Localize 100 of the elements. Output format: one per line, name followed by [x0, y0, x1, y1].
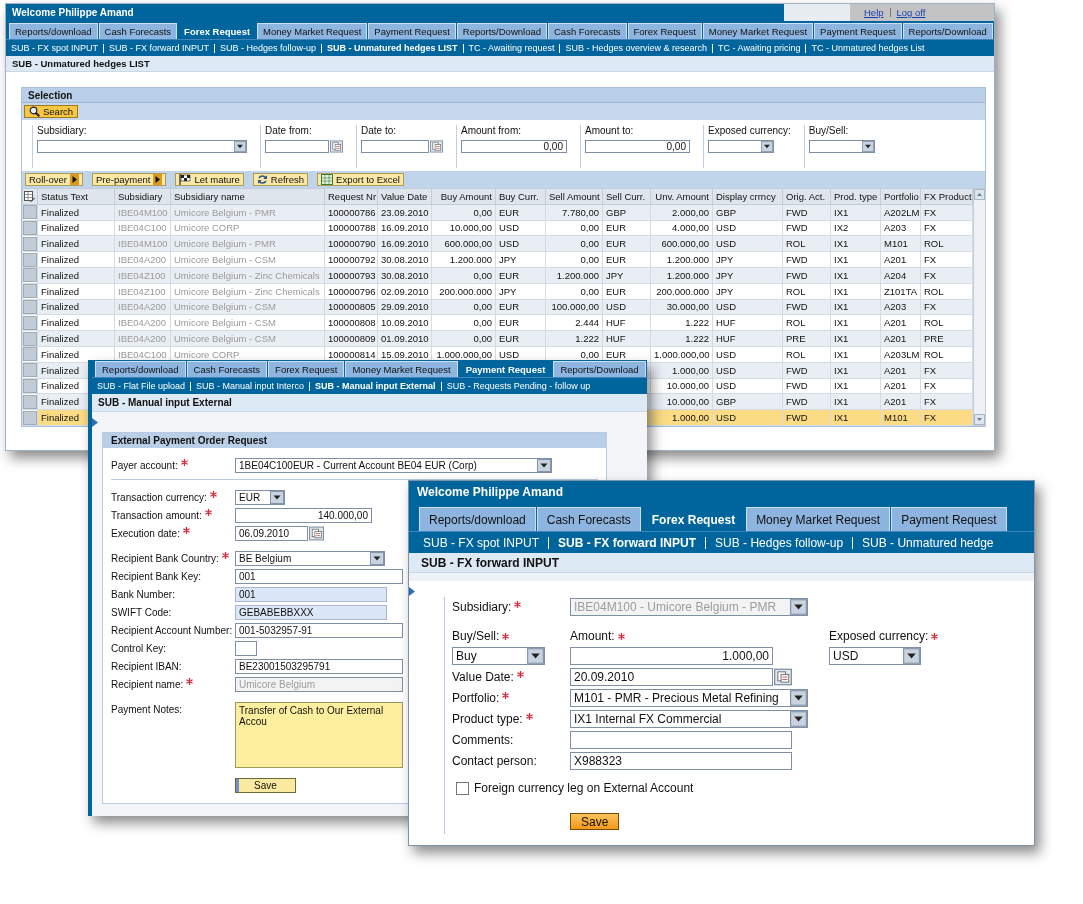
tab[interactable]: Forex Request — [268, 361, 345, 377]
row-selector[interactable] — [23, 363, 37, 378]
tab[interactable]: Reports/download — [95, 361, 186, 377]
input-field[interactable] — [570, 731, 792, 749]
date-field[interactable] — [265, 140, 329, 153]
nav-link[interactable]: SUB - FX spot INPUT — [423, 535, 540, 550]
tab[interactable]: Reports/Download — [456, 23, 547, 39]
search-button[interactable]: Search — [24, 105, 79, 118]
nav-link[interactable]: SUB - Unmatured hedge — [862, 535, 994, 550]
tab[interactable]: Payment Request — [814, 23, 902, 39]
nav-link[interactable]: SUB - FX forward INPUT — [558, 535, 697, 550]
nav-link[interactable]: SUB - Unmatured hedges LIST — [327, 43, 458, 53]
tab[interactable]: Cash Forecasts — [536, 507, 641, 531]
expand-icon[interactable] — [409, 587, 415, 596]
date-field[interactable] — [361, 140, 429, 153]
caret-icon[interactable] — [861, 141, 874, 152]
header-link[interactable]: Log off — [896, 7, 926, 18]
nav-link[interactable]: SUB - Requests Pending - follow up — [446, 381, 591, 391]
input-field[interactable]: 0,00 — [585, 140, 690, 153]
row-selector[interactable] — [23, 331, 37, 346]
expand-icon[interactable] — [92, 418, 98, 427]
input-field[interactable]: X988323 — [570, 752, 792, 770]
tab[interactable]: Forex Request — [627, 23, 702, 39]
nav-link[interactable]: SUB - Manual input Interco — [196, 381, 305, 391]
tab[interactable]: Cash Forecasts — [186, 361, 268, 377]
toolbar-button[interactable]: Pre-payment — [92, 173, 167, 186]
dropdown[interactable]: Buy — [452, 647, 545, 665]
checkbox[interactable] — [456, 781, 469, 795]
calendar-icon[interactable] — [774, 668, 792, 686]
input-field[interactable]: 001 — [235, 569, 403, 584]
header-link[interactable]: Help — [864, 7, 884, 18]
dropdown[interactable]: BE Belgium — [235, 551, 385, 566]
row-selector[interactable] — [23, 347, 37, 362]
tab[interactable]: Payment Request — [891, 507, 1007, 531]
tab[interactable]: Money Market Request — [702, 23, 814, 39]
caret-icon[interactable] — [761, 141, 773, 152]
input-field[interactable]: BE23001503295791 — [235, 659, 403, 674]
row-selector[interactable] — [23, 284, 37, 299]
nav-link[interactable]: TC - Unmatured hedges List — [811, 43, 925, 53]
column-header: Buy Curr. — [495, 188, 546, 205]
toolbar-button[interactable]: Let mature — [175, 173, 244, 186]
save-button[interactable]: Save — [235, 778, 296, 793]
nav-link[interactable]: TC - Awaiting pricing — [718, 43, 801, 53]
table-cell: EUR — [495, 330, 546, 347]
row-selector[interactable] — [23, 394, 37, 409]
tab[interactable]: Reports/Download — [553, 361, 646, 377]
scroll-up-icon[interactable] — [974, 189, 985, 200]
row-selector[interactable] — [23, 268, 37, 283]
nav-link[interactable]: SUB - Hedges overview & research — [565, 43, 708, 53]
caret-icon[interactable] — [527, 648, 544, 664]
caret-icon[interactable] — [270, 491, 284, 504]
nav-link[interactable]: SUB - FX spot INPUT — [11, 43, 99, 53]
tab[interactable]: Money Market Request — [746, 507, 891, 531]
caret-icon[interactable] — [790, 711, 807, 727]
nav-link[interactable]: SUB - FX forward INPUT — [109, 43, 210, 53]
column-settings-icon[interactable] — [24, 190, 35, 202]
tab[interactable]: Reports/download — [419, 507, 536, 531]
tab[interactable]: Reports/Download — [902, 23, 993, 39]
nav-link[interactable]: SUB - Manual input External — [315, 381, 436, 391]
save-button[interactable]: Save — [570, 813, 620, 830]
table-cell: Finalized — [37, 283, 115, 300]
text-area[interactable]: Transfer of Cash to Our External Accou — [235, 702, 403, 768]
date-field[interactable]: 20.09.2010 — [570, 668, 773, 686]
calendar-icon[interactable] — [330, 140, 343, 153]
input-field[interactable]: 140.000,00 — [235, 508, 372, 523]
toolbar-button[interactable]: Roll-over — [25, 173, 83, 186]
dropdown[interactable]: 1BE04C100EUR - Current Account BE04 EUR (Corp) — [235, 458, 552, 473]
dropdown[interactable]: EUR — [235, 490, 285, 505]
calendar-icon[interactable] — [430, 140, 443, 153]
date-field[interactable]: 06.09.2010 — [235, 526, 308, 541]
tab[interactable]: Reports/download — [9, 23, 98, 39]
row-selector[interactable] — [23, 236, 37, 251]
caret-icon[interactable] — [234, 141, 246, 152]
input-field[interactable]: 0,00 — [461, 140, 567, 153]
caret-icon[interactable] — [903, 648, 920, 664]
tab[interactable]: Cash Forecasts — [98, 23, 178, 39]
caret-icon[interactable] — [370, 552, 384, 565]
row-selector[interactable] — [23, 315, 37, 330]
row-selector[interactable] — [23, 410, 37, 425]
input-field[interactable]: 1.000,00 — [570, 647, 773, 665]
dropdown[interactable]: USD — [829, 647, 921, 665]
table-cell: 100000786 — [324, 204, 378, 221]
tab[interactable]: Payment Request — [368, 23, 456, 39]
input-field[interactable] — [235, 641, 257, 656]
tab[interactable]: Cash Forecasts — [548, 23, 627, 39]
tab[interactable]: Money Market Request — [257, 23, 368, 39]
caret-icon[interactable] — [790, 690, 807, 706]
scroll-down-icon[interactable] — [974, 413, 985, 425]
nav-link[interactable]: TC - Awaiting request — [468, 43, 555, 53]
dropdown[interactable]: IX1 Internal FX Commercial — [570, 710, 808, 728]
toolbar-button[interactable]: Export to Excel — [317, 173, 404, 186]
calendar-icon[interactable] — [309, 526, 324, 541]
input-field[interactable]: 001-5032957-91 — [235, 623, 403, 638]
tab[interactable]: Money Market Request — [345, 361, 458, 377]
nav-link[interactable]: SUB - Hedges follow-up — [220, 43, 317, 53]
dropdown[interactable]: M101 - PMR - Precious Metal Refining — [570, 689, 808, 707]
toolbar-button[interactable]: Refresh — [252, 173, 309, 186]
row-selector[interactable] — [23, 252, 37, 267]
caret-icon[interactable] — [537, 459, 551, 472]
nav-link[interactable]: SUB - Hedges follow-up — [715, 535, 844, 550]
